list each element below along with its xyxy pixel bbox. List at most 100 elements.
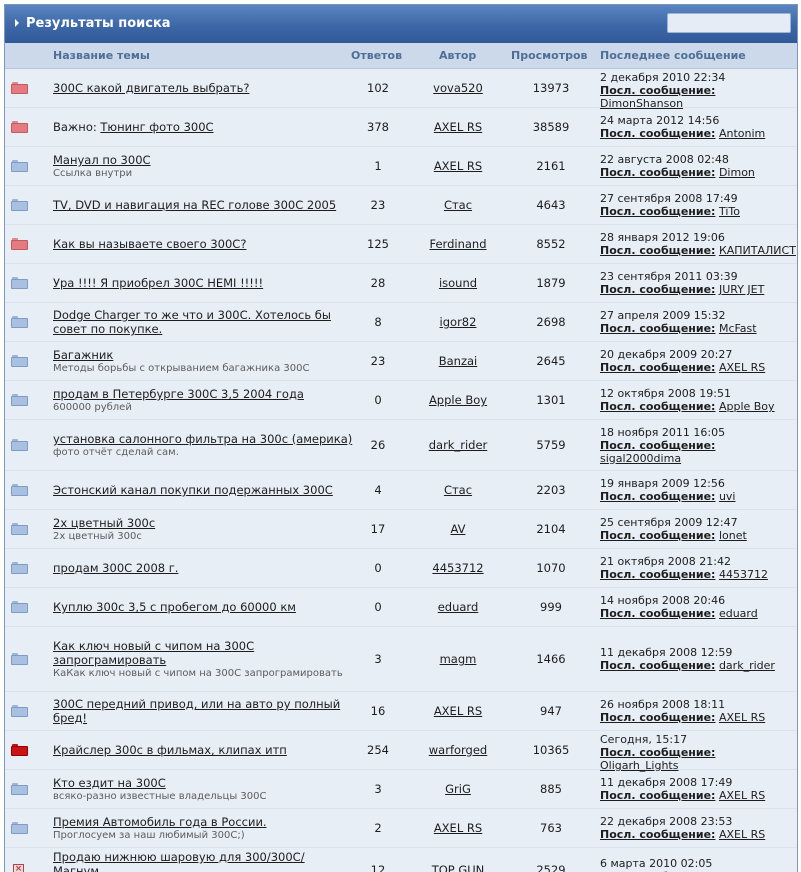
last-post-user-link[interactable]: AXEL RS	[719, 361, 765, 374]
last-post-label[interactable]: Посл. сообщение:	[600, 400, 715, 413]
author-link[interactable]: AXEL RS	[413, 120, 503, 134]
last-post-label[interactable]: Посл. сообщение:	[600, 361, 715, 374]
topic-link[interactable]: Как вы называете своего 300С?	[53, 237, 246, 251]
last-post-user-link[interactable]: JURY JET	[719, 283, 764, 296]
author-link[interactable]: isound	[413, 276, 503, 290]
topic-link[interactable]: Куплю 300с 3,5 с пробегом до 60000 км	[53, 600, 296, 614]
last-post-user-link[interactable]: dark_rider	[719, 659, 775, 672]
topic-link[interactable]: продам в Петербурге 300С 3,5 2004 года	[53, 387, 304, 401]
topic-link[interactable]: TV, DVD и навигация на REC голове 300С 2…	[53, 198, 336, 212]
replies-count: 3	[374, 652, 382, 666]
last-post-user-link[interactable]: Antonim	[719, 127, 765, 140]
last-post-cell: 23 сентября 2011 03:39 Посл. сообщение: J…	[600, 270, 796, 296]
replies-count: 28	[370, 276, 386, 290]
topic-link[interactable]: Багажник	[53, 348, 113, 362]
author-link[interactable]: Ferdinand	[413, 237, 503, 251]
last-post-user-link[interactable]: lonet	[719, 529, 747, 542]
topic-link[interactable]: Крайслер 300с в фильмах, клипах итп	[53, 743, 287, 757]
last-post-user-link[interactable]: 4453712	[719, 568, 768, 581]
author-link[interactable]: Apple Boy	[413, 393, 503, 407]
last-post-label[interactable]: Посл. сообщение:	[600, 659, 715, 672]
last-post-user-link[interactable]: AXEL RS	[719, 711, 765, 724]
author-link[interactable]: Стас	[413, 483, 503, 497]
last-post-label[interactable]: Посл. сообщение:	[600, 490, 715, 503]
replies-count: 8	[374, 315, 382, 329]
results-list: 300С какой двигатель выбрать? 102 vova520 1…	[5, 69, 797, 872]
last-post-label[interactable]: Посл. сообщение:	[600, 127, 715, 140]
views-count: 2104	[536, 522, 566, 536]
author-link[interactable]: vova520	[413, 81, 503, 95]
blue-folder-icon	[11, 822, 28, 835]
column-header-topic[interactable]: Название темы	[53, 49, 150, 62]
topic-cell: Продаю нижнюю шаровую для 300/300С/ Магн…	[53, 850, 353, 872]
last-post-label[interactable]: Посл. сообщение:	[600, 244, 715, 257]
column-header-views[interactable]: Просмотров	[511, 49, 587, 62]
author-link[interactable]: dark_rider	[413, 438, 503, 452]
last-post-label[interactable]: Посл. сообщение:	[600, 283, 715, 296]
last-post-label[interactable]: Посл. сообщение:	[600, 84, 715, 97]
author-link[interactable]: AV	[413, 522, 503, 536]
last-post-date: 22 августа 2008 02:48	[600, 153, 729, 166]
topic-link[interactable]: Dodge Charger то же что и 300С. Хотелось…	[53, 308, 331, 336]
last-post-user-link[interactable]: TiTo	[719, 205, 740, 218]
blue-folder-icon	[11, 316, 28, 329]
author-link[interactable]: TOP GUN	[413, 863, 503, 872]
author-link[interactable]: AXEL RS	[413, 821, 503, 835]
last-post-user-link[interactable]: Apple Boy	[719, 400, 775, 413]
last-post-user-link[interactable]: McFast	[719, 322, 757, 335]
last-post-user-link[interactable]: AXEL RS	[719, 828, 765, 841]
views-count: 2698	[536, 315, 566, 329]
last-post-label[interactable]: Посл. сообщение:	[600, 322, 715, 335]
red-folder-icon	[11, 238, 28, 251]
last-post-label[interactable]: Посл. сообщение:	[600, 789, 715, 802]
author-link[interactable]: eduard	[413, 600, 503, 614]
topic-link[interactable]: Премия Автомобиль года в России.	[53, 815, 267, 829]
author-link[interactable]: Стас	[413, 198, 503, 212]
author-link[interactable]: magm	[413, 652, 503, 666]
last-post-label[interactable]: Посл. сообщение:	[600, 746, 715, 759]
last-post-user-link[interactable]: sigal2000dima	[600, 452, 681, 465]
topic-link[interactable]: Продаю нижнюю шаровую для 300/300С/ Магн…	[53, 850, 305, 872]
topic-link[interactable]: 2х цветный 300с	[53, 516, 155, 530]
views-count: 999	[540, 600, 562, 614]
column-header-last-post[interactable]: Последнее сообщение	[600, 49, 746, 62]
last-post-label[interactable]: Посл. сообщение:	[600, 529, 715, 542]
topic-link[interactable]: Как ключ новый с чипом на 300С запрограм…	[53, 639, 254, 667]
topic-link[interactable]: продам 300С 2008 г.	[53, 561, 178, 575]
collapse-arrow-icon[interactable]	[15, 19, 19, 27]
topic-cell: Премия Автомобиль года в России. Проглосу…	[53, 815, 353, 841]
last-post-user-link[interactable]: КАПИТАЛИСТ	[719, 244, 796, 257]
topic-link[interactable]: Ура !!!! Я приобрел 300C HEMI !!!!!	[53, 276, 263, 290]
dark-red-folder-icon	[11, 744, 28, 757]
last-post-label[interactable]: Посл. сообщение:	[600, 607, 715, 620]
last-post-user-link[interactable]: Dimon	[719, 166, 755, 179]
last-post-label[interactable]: Посл. сообщение:	[600, 205, 715, 218]
topic-description: 600000 рублей	[53, 402, 132, 413]
author-link[interactable]: GriG	[413, 782, 503, 796]
topic-link[interactable]: Мануал по 300С	[53, 153, 151, 167]
last-post-label[interactable]: Посл. сообщение:	[600, 828, 715, 841]
author-link[interactable]: 4453712	[413, 561, 503, 575]
topic-link[interactable]: Эстонский канал покупки подержанных 300С	[53, 483, 333, 497]
author-link[interactable]: AXEL RS	[413, 704, 503, 718]
blue-folder-icon	[11, 705, 28, 718]
column-header-replies[interactable]: Ответов	[351, 49, 402, 62]
last-post-label[interactable]: Посл. сообщение:	[600, 439, 715, 452]
last-post-label[interactable]: Посл. сообщение:	[600, 166, 715, 179]
last-post-label[interactable]: Посл. сообщение:	[600, 711, 715, 724]
author-link[interactable]: igor82	[413, 315, 503, 329]
topic-link[interactable]: установка салонного фильтра на 300с (аме…	[53, 432, 352, 446]
author-link[interactable]: Banzai	[413, 354, 503, 368]
last-post-label[interactable]: Посл. сообщение:	[600, 568, 715, 581]
author-link[interactable]: AXEL RS	[413, 159, 503, 173]
topic-link[interactable]: 300С передний привод, или на авто ру пол…	[53, 697, 340, 725]
author-link[interactable]: warforged	[413, 743, 503, 757]
search-input[interactable]	[667, 13, 791, 33]
last-post-user-link[interactable]: eduard	[719, 607, 758, 620]
last-post-user-link[interactable]: AXEL RS	[719, 789, 765, 802]
topic-link[interactable]: Кто ездит на 300С	[53, 776, 166, 790]
column-header-author[interactable]: Автор	[439, 49, 476, 62]
last-post-user-link[interactable]: uvi	[719, 490, 736, 503]
topic-link[interactable]: 300С какой двигатель выбрать?	[53, 81, 249, 95]
topic-link[interactable]: Тюнинг фото 300С	[100, 120, 213, 134]
